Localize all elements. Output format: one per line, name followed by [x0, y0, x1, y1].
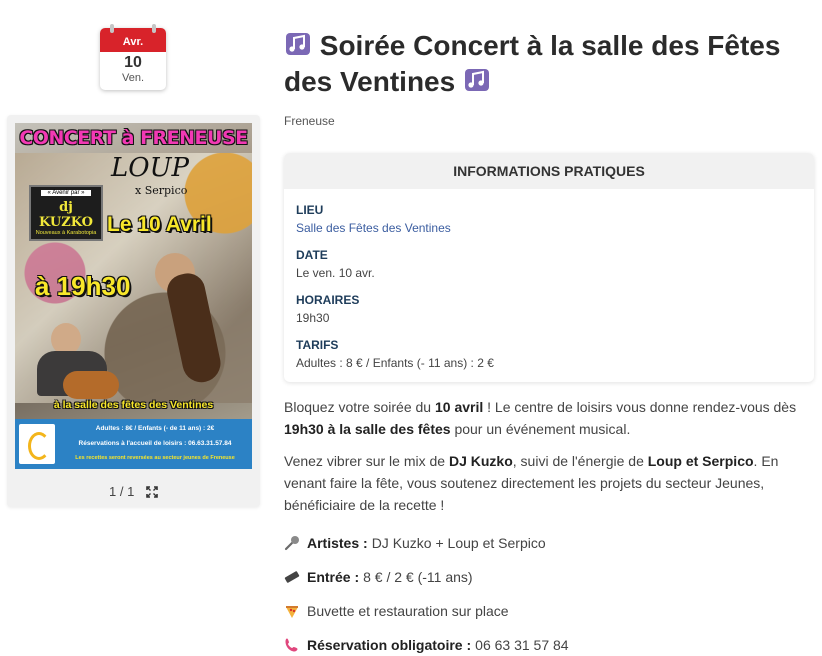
- desc-text: pour un événement musical.: [450, 421, 631, 437]
- bullet-value: Buvette et restauration sur place: [307, 603, 509, 619]
- date-label: DATE: [296, 248, 328, 262]
- desc-text: Bloquez votre soirée du: [284, 399, 435, 415]
- bullet-value: 8 € / 2 € (-11 ans): [363, 569, 473, 585]
- event-place: Freneuse: [284, 114, 335, 128]
- poster-dj-sub: Nouveaux à Karabotopia: [35, 230, 97, 236]
- poster-dj-name: dj KUZKO: [39, 200, 93, 230]
- gallery-counter: 1 / 1: [109, 484, 135, 499]
- practical-info-body: LIEU Salle des Fêtes des Ventines DATE L…: [284, 189, 814, 371]
- desc-text: ! Le centre de loisirs vous donne rendez…: [483, 399, 797, 415]
- list-item: Réservation obligatoire : 06 63 31 57 84: [284, 628, 814, 656]
- event-description: Bloquez votre soirée du 10 avril ! Le ce…: [284, 396, 814, 526]
- event-highlights: Artistes : DJ Kuzko + Loup et Serpico En…: [284, 526, 814, 656]
- tarifs-value: Adultes : 8 € / Enfants (- 11 ans) : 2 €: [296, 356, 494, 370]
- fullscreen-expand-icon[interactable]: [146, 486, 158, 498]
- date-badge-weekday: Ven.: [121, 72, 145, 84]
- poster-gallery: CONCERT à FRENEUSE LOUP x Serpico « Aven…: [7, 115, 260, 507]
- practical-info-card: INFORMATIONS PRATIQUES LIEU Salle des Fê…: [284, 153, 814, 382]
- bullet-label: Entrée :: [307, 569, 360, 585]
- lieu-link[interactable]: Salle des Fêtes des Ventines: [296, 220, 802, 236]
- music-notes-icon: [464, 69, 489, 91]
- list-item: Buvette et restauration sur place: [284, 594, 814, 628]
- poster-date: Le 10 Avril: [107, 213, 212, 236]
- microphone-icon: [284, 536, 299, 551]
- list-item: Artistes : DJ Kuzko + Loup et Serpico: [284, 526, 814, 560]
- phone-icon: [285, 638, 298, 652]
- event-title: Soirée Concert à la salle des Fêtes des …: [284, 28, 814, 100]
- poster-dj-box: « Avenir par » dj KUZKO Nouveaux à Karab…: [29, 185, 103, 241]
- desc-text: Venez vibrer sur le mix de: [284, 453, 449, 469]
- description-paragraph-2: Venez vibrer sur le mix de DJ Kuzko, sui…: [284, 450, 814, 516]
- calendar-ring-left: [110, 24, 114, 33]
- date-badge-day: 10: [124, 54, 142, 71]
- practical-info-heading: INFORMATIONS PRATIQUES: [284, 153, 814, 189]
- gallery-pager: 1 / 1: [7, 484, 260, 499]
- horaires-value: 19h30: [296, 311, 330, 325]
- pizza-icon: [286, 606, 298, 618]
- poster-prices: Adultes : 8€ / Enfants (- de 11 ans) : 2…: [95, 425, 215, 432]
- desc-bold: 10 avril: [434, 399, 484, 415]
- event-poster-image[interactable]: CONCERT à FRENEUSE LOUP x Serpico « Aven…: [15, 123, 252, 469]
- event-title-text: Soirée Concert à la salle des Fêtes des …: [284, 30, 781, 97]
- bullet-value: DJ Kuzko + Loup et Serpico: [371, 535, 546, 551]
- poster-headliner-sub: x Serpico: [135, 184, 188, 197]
- calendar-ring-right: [152, 24, 156, 33]
- date-badge-month-label: Avr.: [122, 36, 144, 48]
- date-value: Le ven. 10 avr.: [296, 266, 375, 280]
- poster-dj-small: « Avenir par »: [41, 190, 91, 196]
- music-notes-icon: [286, 33, 310, 55]
- desc-text: , suivi de l'énergie de: [512, 453, 648, 469]
- date-badge: Avr. 10 Ven.: [100, 24, 166, 90]
- date-badge-month: Avr.: [100, 24, 166, 52]
- bullet-value: 06 63 31 57 84: [475, 637, 569, 653]
- poster-proceeds: Les recettes seront reversées au secteur…: [75, 455, 235, 461]
- ticket-icon: [284, 571, 300, 583]
- horaires-label: HORAIRES: [296, 293, 360, 307]
- poster-logo: [19, 424, 55, 464]
- bullet-label: Artistes :: [307, 535, 368, 551]
- poster-headliner: LOUP: [111, 153, 189, 183]
- poster-title: CONCERT à FRENEUSE: [19, 127, 248, 149]
- poster-info-band: Adultes : 8€ / Enfants (- de 11 ans) : 2…: [15, 419, 252, 469]
- desc-bold: 19h30 à la salle des fêtes: [284, 421, 451, 437]
- description-paragraph-1: Bloquez votre soirée du 10 avril ! Le ce…: [284, 396, 814, 440]
- poster-guitar: [63, 371, 119, 399]
- poster-reservations: Réservations à l'accueil de loisirs : 06…: [78, 440, 232, 447]
- desc-bold: Loup et Serpico: [647, 453, 754, 469]
- bullet-label: Réservation obligatoire :: [307, 637, 472, 653]
- poster-time: à 19h30: [35, 271, 131, 301]
- lieu-label: LIEU: [296, 203, 324, 217]
- tarifs-label: TARIFS: [296, 338, 339, 352]
- list-item: Entrée : 8 € / 2 € (-11 ans): [284, 560, 814, 594]
- desc-bold: DJ Kuzko: [448, 453, 513, 469]
- poster-venue: à la salle des fêtes des Ventines: [53, 399, 214, 411]
